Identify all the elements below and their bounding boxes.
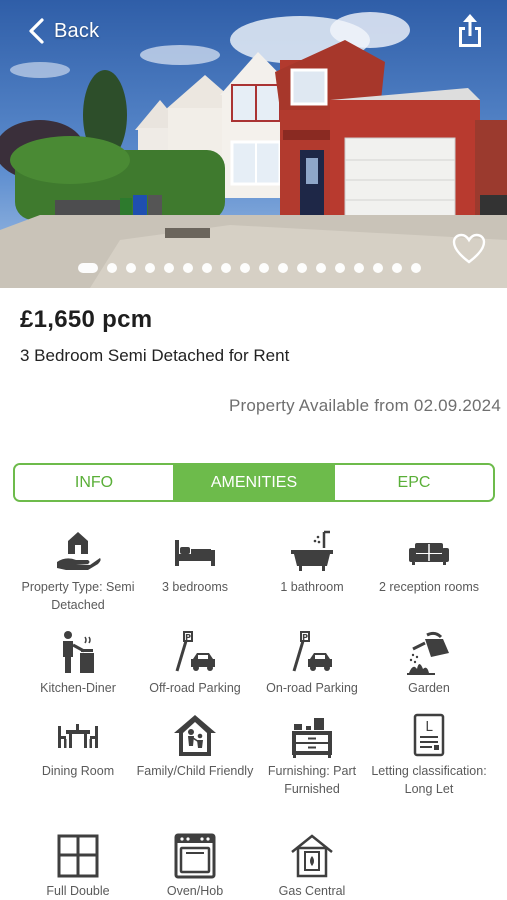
carousel-dot[interactable]: [145, 263, 155, 273]
amenity-label: 1 bathroom: [280, 580, 344, 594]
svg-text:P: P: [185, 633, 191, 642]
amenity-label: Letting classification: Long Let: [371, 764, 487, 796]
back-button[interactable]: Back: [26, 16, 99, 46]
document-icon: L: [413, 713, 445, 757]
carousel-dot[interactable]: [259, 263, 269, 273]
amenity-label: Dining Room: [41, 764, 115, 778]
carousel-dot[interactable]: [126, 263, 136, 273]
carousel-dot[interactable]: [107, 263, 117, 273]
amenity-label: Garden: [408, 681, 450, 695]
amenity-label: Full Double: [46, 884, 110, 898]
property-photo-carousel[interactable]: Back: [0, 0, 507, 288]
bathtub-icon: [291, 530, 333, 571]
furniture-icon: [292, 718, 332, 758]
tab-epc[interactable]: EPC: [333, 465, 493, 500]
amenity-label: On-road Parking: [266, 681, 358, 695]
dining-table-icon: [58, 724, 98, 748]
carousel-dot[interactable]: [373, 263, 383, 273]
carousel-dot[interactable]: [354, 263, 364, 273]
amenity-bedrooms: 3 bedrooms: [136, 528, 254, 596]
amenity-oven-hob: Oven/Hob: [136, 832, 254, 900]
amenity-reception-rooms: 2 reception rooms: [370, 528, 488, 596]
listing-price: £1,650 pcm: [20, 306, 153, 333]
svg-text:L: L: [425, 720, 433, 735]
svg-text:P: P: [302, 633, 308, 642]
chevron-left-icon: [29, 18, 44, 44]
amenity-double-glazing: Full Double: [19, 832, 137, 900]
amenity-label: Kitchen-Diner: [40, 681, 116, 695]
back-button-label: Back: [54, 19, 100, 42]
amenity-family-friendly: Family/Child Friendly: [136, 712, 254, 780]
amenity-label: Gas Central: [278, 884, 346, 898]
carousel-dot[interactable]: [221, 263, 231, 273]
carousel-dot[interactable]: [202, 263, 212, 273]
watering-can-icon: [407, 631, 449, 675]
amenity-bathroom: 1 bathroom: [253, 528, 371, 596]
carousel-dot[interactable]: [316, 263, 326, 273]
amenity-on-road-parking: P On-road Parking: [253, 629, 371, 697]
details-tab-bar: INFO AMENITIES EPC: [13, 463, 495, 502]
carousel-dot[interactable]: [278, 263, 288, 273]
kitchen-icon: [63, 631, 94, 673]
bed-icon: [175, 540, 215, 566]
amenity-label: Off-road Parking: [149, 681, 241, 695]
amenity-label: Furnishing: Part Furnished: [267, 764, 357, 796]
carousel-dot[interactable]: [335, 263, 345, 273]
amenity-property-type: Property Type: Semi Detached: [19, 528, 137, 614]
parking-icon: P: [175, 631, 215, 672]
amenity-label: 2 reception rooms: [378, 580, 480, 594]
tab-info[interactable]: INFO: [15, 465, 173, 500]
amenity-garden: Garden: [370, 629, 488, 697]
carousel-indicator: [78, 262, 421, 274]
family-house-icon: [174, 715, 216, 756]
amenity-letting-classification: L Letting classification: Long Let: [370, 712, 488, 798]
house-hand-icon: [57, 532, 101, 570]
carousel-dot[interactable]: [78, 263, 98, 273]
window-icon: [57, 834, 99, 878]
oven-icon: [174, 833, 216, 879]
carousel-dot[interactable]: [411, 263, 421, 273]
tab-amenities[interactable]: AMENITIES: [173, 465, 333, 500]
listing-title: 3 Bedroom Semi Detached for Rent: [20, 346, 290, 365]
amenity-furnishing: Furnishing: Part Furnished: [253, 712, 371, 798]
carousel-dot[interactable]: [183, 263, 193, 273]
parking-icon: P: [292, 631, 332, 672]
share-icon[interactable]: [456, 14, 484, 48]
carousel-dot[interactable]: [164, 263, 174, 273]
carousel-dot[interactable]: [392, 263, 402, 273]
carousel-dot[interactable]: [240, 263, 250, 273]
sofa-icon: [409, 543, 449, 565]
carousel-dot[interactable]: [297, 263, 307, 273]
amenity-label: Family/Child Friendly: [136, 764, 254, 778]
amenity-gas-central-heating: Gas Central: [253, 832, 371, 900]
amenity-label: 3 bedrooms: [161, 580, 228, 594]
amenity-label: Property Type: Semi Detached: [21, 580, 135, 612]
boiler-house-icon: [291, 834, 333, 878]
amenity-off-road-parking: P Off-road Parking: [136, 629, 254, 697]
favourite-heart-icon[interactable]: [452, 233, 486, 265]
amenity-dining-room: Dining Room: [19, 712, 137, 780]
availability-date: Property Available from 02.09.2024: [228, 396, 501, 415]
amenity-label: Oven/Hob: [166, 884, 224, 898]
amenity-kitchen: Kitchen-Diner: [19, 629, 137, 697]
